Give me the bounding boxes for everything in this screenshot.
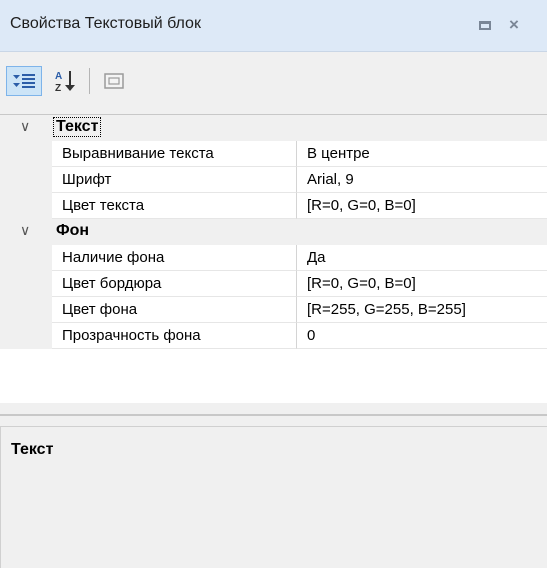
toolbar-separator	[89, 68, 90, 94]
chevron-down-icon[interactable]: ∨	[20, 118, 30, 135]
property-pages-button[interactable]	[98, 66, 130, 96]
property-name: Цвет текста	[52, 193, 297, 219]
property-pages-icon	[104, 73, 124, 89]
category-row-text[interactable]: ∨ Текст	[0, 115, 547, 141]
property-name: Цвет бордюра	[52, 271, 297, 297]
categorized-icon	[13, 74, 35, 88]
svg-text:Z: Z	[55, 83, 61, 94]
property-value[interactable]: В центре	[297, 141, 547, 167]
restore-icon	[479, 20, 491, 30]
property-value[interactable]: [R=255, G=255, B=255]	[297, 297, 547, 323]
property-name: Выравнивание текста	[52, 141, 297, 167]
close-icon: ×	[509, 15, 519, 34]
category-label: Фон	[56, 222, 90, 239]
properties-panel: Свойства Текстовый блок × A Z ∨ Текст Вы…	[0, 0, 547, 568]
property-name: Цвет фона	[52, 297, 297, 323]
description-pane: Текст	[0, 426, 547, 568]
description-title: Текст	[11, 441, 54, 458]
property-row[interactable]: Шрифт Arial, 9	[0, 167, 547, 193]
property-row[interactable]: Цвет бордюра [R=0, G=0, B=0]	[0, 271, 547, 297]
restore-button[interactable]	[474, 14, 496, 36]
toolbar: A Z	[0, 52, 547, 114]
description-splitter[interactable]	[0, 414, 547, 416]
property-value[interactable]: 0	[297, 323, 547, 349]
property-value[interactable]: [R=0, G=0, B=0]	[297, 271, 547, 297]
property-name: Наличие фона	[52, 245, 297, 271]
alphabetical-button[interactable]: A Z	[50, 66, 80, 96]
svg-text:A: A	[55, 71, 62, 82]
close-button[interactable]: ×	[503, 14, 525, 36]
property-row[interactable]: Наличие фона Да	[0, 245, 547, 271]
property-name: Шрифт	[52, 167, 297, 193]
category-row-background[interactable]: ∨ Фон	[0, 219, 547, 245]
categorized-button[interactable]	[6, 66, 42, 96]
property-value[interactable]: Да	[297, 245, 547, 271]
category-label: Текст	[52, 117, 102, 137]
property-row[interactable]: Цвет текста [R=0, G=0, B=0]	[0, 193, 547, 219]
sort-az-icon: A Z	[55, 71, 75, 94]
chevron-down-icon[interactable]: ∨	[20, 222, 30, 239]
property-value[interactable]: Arial, 9	[297, 167, 547, 193]
property-grid: ∨ Текст Выравнивание текста В центре Шри…	[0, 114, 547, 417]
property-value[interactable]: [R=0, G=0, B=0]	[297, 193, 547, 219]
property-row[interactable]: Выравнивание текста В центре	[0, 141, 547, 167]
panel-title: Свойства Текстовый блок	[10, 15, 201, 32]
title-bar[interactable]: Свойства Текстовый блок ×	[0, 0, 547, 52]
property-name: Прозрачность фона	[52, 323, 297, 349]
property-row[interactable]: Цвет фона [R=255, G=255, B=255]	[0, 297, 547, 323]
property-row[interactable]: Прозрачность фона 0	[0, 323, 547, 349]
